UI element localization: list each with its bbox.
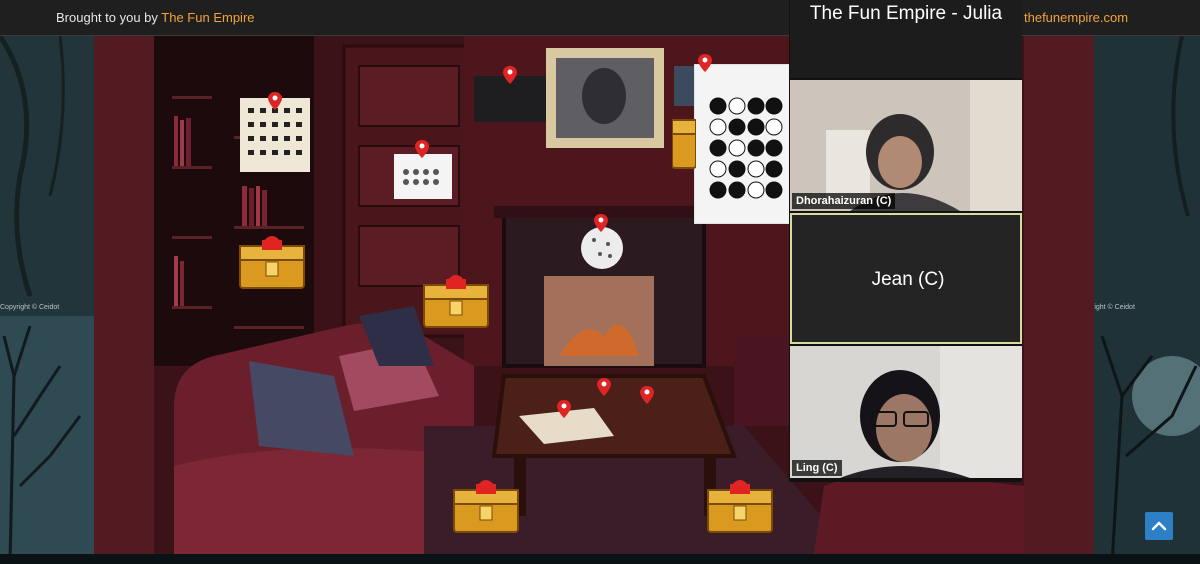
video-tile-participant[interactable]: Ling (C) [790, 346, 1022, 478]
right-forest-background: right © Ceidot [1092, 36, 1200, 564]
scroll-to-top-button[interactable] [1145, 512, 1173, 540]
escape-room-page: Brought to you by The Fun Empire thefune… [0, 0, 1200, 564]
brought-prefix: Brought to you by [56, 10, 158, 25]
video-tile-active-speaker[interactable]: Jean (C) [790, 213, 1022, 344]
map-pin-icon[interactable] [415, 140, 429, 158]
video-tile-host[interactable]: The Fun Empire - Julia [790, 0, 1022, 78]
copyright-right: right © Ceidot [1092, 304, 1135, 311]
dice-clock-clue[interactable] [580, 226, 624, 270]
left-forest-background: Copyright © Ceidot [0, 36, 96, 564]
participant-name-label: Ling (C) [792, 460, 842, 476]
video-tile-participant[interactable]: Dhorahaizuran (C) [790, 80, 1022, 211]
participant-name-label: Dhorahaizuran (C) [792, 193, 896, 209]
dots-card-clue[interactable] [394, 154, 452, 199]
map-pin-icon[interactable] [594, 214, 608, 232]
copyright-left: Copyright © Ceidot [0, 304, 60, 311]
locked-treasure-chest[interactable] [238, 232, 306, 290]
locked-treasure-chest[interactable] [452, 476, 520, 534]
map-pin-icon[interactable] [698, 54, 712, 72]
participant-display-name: Jean (C) [871, 269, 945, 290]
participant-video-feed [790, 80, 1022, 211]
brand-link[interactable]: The Fun Empire [161, 10, 254, 25]
brought-to-you-text: Brought to you by The Fun Empire [56, 10, 255, 25]
map-pin-icon[interactable] [597, 378, 611, 396]
moon-phase-clue-card[interactable] [694, 64, 790, 224]
host-display-name: The Fun Empire - Julia [809, 3, 1003, 24]
website-link[interactable]: thefunempire.com [1024, 10, 1128, 25]
map-pin-icon[interactable] [640, 386, 654, 404]
participant-video-feed [790, 346, 1022, 478]
map-pin-icon[interactable] [268, 92, 282, 110]
video-call-gallery: The Fun Empire - Julia Dhorahaizuran (C)… [789, 0, 1022, 482]
locked-treasure-chest-partial[interactable] [672, 114, 696, 170]
chevron-up-icon [1151, 521, 1167, 531]
map-pin-icon[interactable] [503, 66, 517, 84]
page-bottom-strip [0, 554, 1200, 564]
map-pin-icon[interactable] [557, 400, 571, 418]
locked-treasure-chest[interactable] [706, 476, 774, 534]
locked-treasure-chest[interactable] [422, 270, 490, 330]
